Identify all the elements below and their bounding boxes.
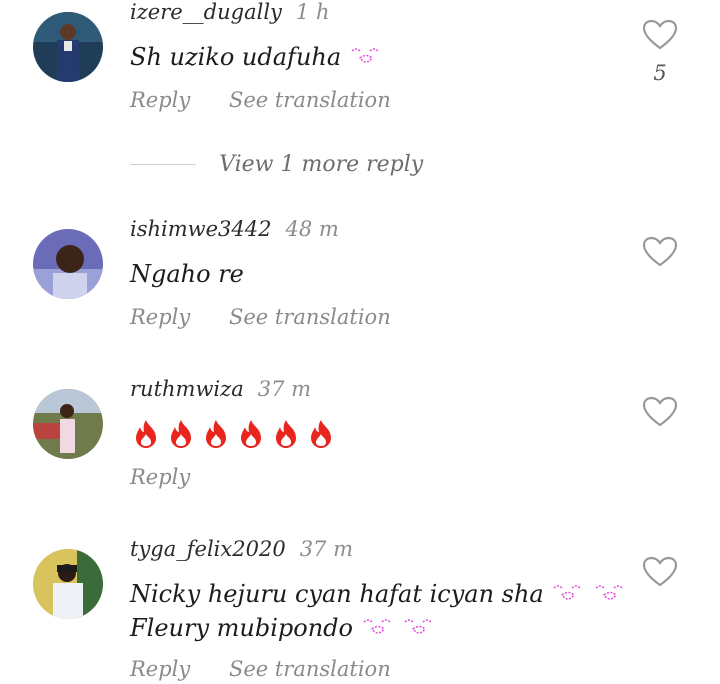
comment-username[interactable]: ruthmwiza 37 m bbox=[130, 377, 311, 401]
comment-text-line2: Fleury mubipondo bbox=[130, 611, 436, 647]
kissing-face-icon bbox=[349, 42, 383, 76]
avatar[interactable] bbox=[33, 549, 103, 619]
heart-icon[interactable] bbox=[642, 396, 678, 428]
comment-time: 48 m bbox=[285, 217, 339, 241]
comment-username[interactable]: izere__dugally 1 h bbox=[130, 0, 329, 24]
fire-icon bbox=[235, 418, 267, 459]
comment-text bbox=[130, 418, 340, 459]
avatar[interactable] bbox=[33, 229, 103, 299]
fire-icon bbox=[200, 418, 232, 459]
fire-icon bbox=[305, 418, 337, 459]
kissing-face-icon bbox=[551, 579, 585, 613]
view-more-label[interactable]: View 1 more reply bbox=[219, 152, 423, 177]
heart-icon[interactable] bbox=[642, 236, 678, 268]
comment-text: Sh uziko udafuha bbox=[130, 40, 383, 76]
comment-username[interactable]: tyga_felix2020 37 m bbox=[130, 537, 353, 561]
comment-time: 1 h bbox=[295, 0, 330, 24]
see-translation-link[interactable]: See translation bbox=[229, 657, 391, 681]
heart-icon[interactable] bbox=[642, 556, 678, 588]
comment-username[interactable]: ishimwe3442 48 m bbox=[130, 217, 339, 241]
see-translation-link[interactable]: See translation bbox=[229, 305, 391, 329]
reply-button[interactable]: Reply bbox=[130, 305, 190, 329]
reply-button[interactable]: Reply bbox=[130, 657, 190, 681]
kissing-face-icon bbox=[402, 613, 436, 647]
kissing-face-icon bbox=[361, 613, 395, 647]
fire-icon bbox=[130, 418, 162, 459]
fire-icon bbox=[270, 418, 302, 459]
reply-button[interactable]: Reply bbox=[130, 465, 190, 489]
comment-time: 37 m bbox=[299, 537, 353, 561]
kissing-face-icon bbox=[593, 579, 627, 613]
avatar[interactable] bbox=[33, 389, 103, 459]
see-translation-link[interactable]: See translation bbox=[229, 88, 391, 112]
comment-text: Nicky hejuru cyan hafat icyan sha bbox=[130, 577, 627, 613]
heart-icon[interactable] bbox=[642, 19, 678, 51]
divider-line bbox=[130, 164, 196, 165]
like-count: 5 bbox=[653, 61, 667, 85]
comment-text: Ngaho re bbox=[130, 260, 244, 288]
fire-icon bbox=[165, 418, 197, 459]
reply-button[interactable]: Reply bbox=[130, 88, 190, 112]
view-more-replies[interactable]: View 1 more reply bbox=[130, 152, 423, 177]
comment-time: 37 m bbox=[257, 377, 312, 401]
avatar[interactable] bbox=[33, 12, 103, 82]
